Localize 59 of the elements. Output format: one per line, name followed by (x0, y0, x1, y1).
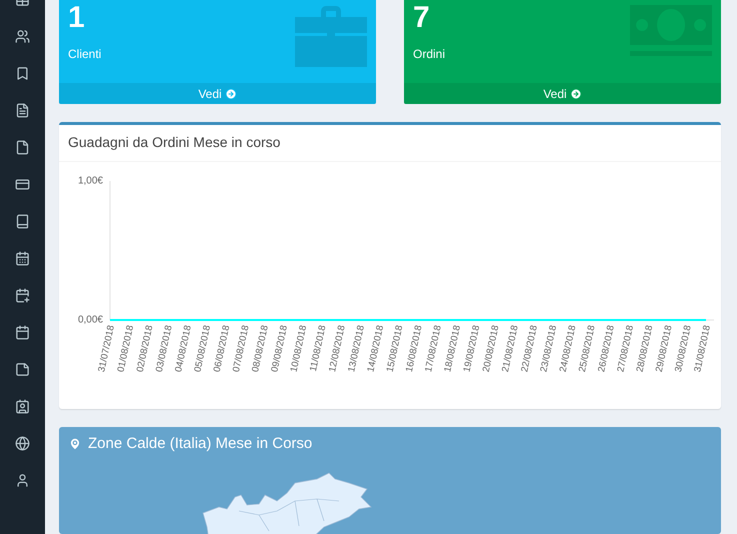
axis-label: 13/08/2018 (346, 324, 367, 374)
axis-label: 31/07/2018 (96, 324, 117, 374)
axis-label: 27/08/2018 (615, 324, 636, 374)
axis-label: 04/08/2018 (173, 324, 194, 374)
note-icon[interactable] (15, 362, 30, 377)
user-icon[interactable] (15, 473, 30, 488)
axis-label: 11/08/2018 (308, 324, 328, 372)
axis-label: 09/08/2018 (269, 324, 290, 374)
axis-label: 20/08/2018 (480, 324, 502, 374)
axis-label: 16/08/2018 (404, 324, 425, 374)
axis-label: 10/08/2018 (288, 324, 310, 374)
axis-label: 25/08/2018 (576, 324, 598, 374)
bookmark-icon[interactable] (15, 66, 30, 81)
calendar-plus-icon[interactable] (15, 288, 30, 303)
axis-label: 03/08/2018 (154, 324, 175, 374)
axis-label: 07/08/2018 (230, 324, 252, 374)
axis-label: 15/08/2018 (384, 324, 406, 374)
panel-title: Guadagni da Ordini Mese in corso (68, 134, 280, 150)
axis-label: 18/08/2018 (442, 324, 463, 374)
document-icon[interactable] (15, 103, 30, 118)
stat-label: Clienti (68, 47, 102, 61)
axis-label: 24/08/2018 (558, 324, 578, 374)
axis-label: 0,00€ (78, 314, 103, 326)
axis-label: 19/08/2018 (462, 324, 482, 374)
axis-label: 12/08/2018 (327, 324, 348, 374)
axis-label: 22/08/2018 (519, 324, 540, 374)
stat-value: 1 (68, 0, 85, 36)
view-link[interactable]: Vedi (59, 83, 376, 104)
axis-label: 05/08/2018 (192, 324, 214, 374)
axis-label: 17/08/2018 (423, 324, 444, 374)
book-icon[interactable] (15, 214, 30, 229)
axis-label: 14/08/2018 (365, 324, 386, 374)
users-icon[interactable] (15, 29, 30, 44)
arrow-right-icon (570, 88, 582, 100)
arrow-right-icon (224, 88, 237, 100)
credit-card-icon[interactable] (15, 177, 30, 192)
map-pin-icon (68, 436, 82, 450)
axis-label: 06/08/2018 (212, 324, 232, 374)
panel-title: Zone Calde (Italia) Mese in Corso (88, 435, 312, 452)
calendar-icon[interactable] (15, 325, 30, 340)
axis-label: 08/08/2018 (250, 324, 271, 374)
calendar-icon[interactable] (15, 251, 30, 266)
axis-label: 28/08/2018 (634, 324, 656, 374)
axis-label: 1,00€ (78, 176, 103, 186)
contact-icon[interactable] (15, 399, 30, 414)
axis-label: 26/08/2018 (596, 324, 617, 374)
view-link[interactable]: Vedi (404, 83, 721, 104)
axis-label: 31/08/2018 (692, 324, 713, 374)
axis-label: 29/08/2018 (654, 324, 674, 374)
briefcase-icon (295, 5, 367, 67)
axis-label: 02/08/2018 (134, 324, 156, 374)
axis-label: 23/08/2018 (538, 324, 560, 374)
axis-label: 01/08/2018 (116, 324, 136, 374)
axis-label: 30/08/2018 (673, 324, 694, 374)
globe-icon[interactable] (15, 436, 30, 451)
file-icon[interactable] (15, 140, 30, 155)
stat-label: Ordini (413, 47, 446, 61)
stat-value: 7 (413, 0, 430, 36)
axis-label: 21/08/2018 (500, 324, 521, 374)
